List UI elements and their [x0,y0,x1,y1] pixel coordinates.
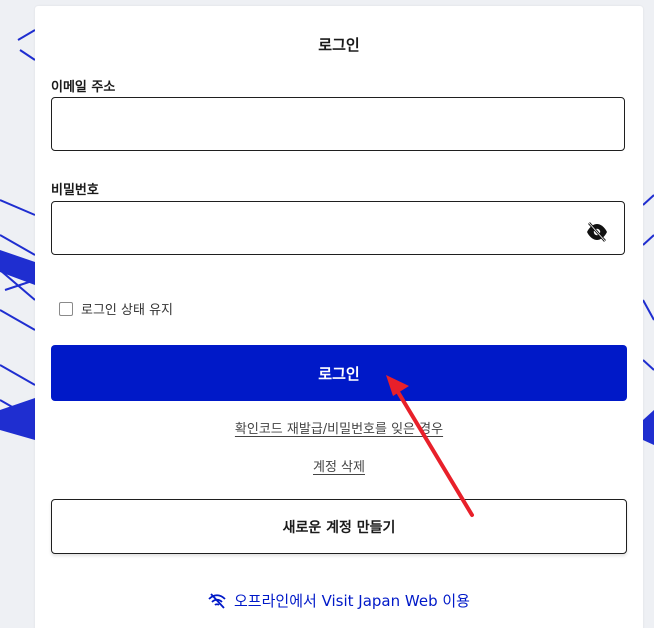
create-account-button[interactable]: 새로운 계정 만들기 [51,499,627,554]
remember-checkbox[interactable] [59,301,73,316]
login-card: 로그인 이메일 주소 비밀번호 로그인 상태 유지 로그인 확인코드 재발급/비… [35,6,643,628]
remember-me[interactable]: 로그인 상태 유지 [59,299,173,318]
delete-account-row: 계정 삭제 [35,456,643,475]
password-label: 비밀번호 [51,183,99,198]
eye-slash-icon [587,222,607,242]
email-label: 이메일 주소 [51,80,116,95]
forgot-password-link[interactable]: 확인코드 재발급/비밀번호를 잊은 경우 [235,422,443,437]
email-field[interactable] [51,97,625,151]
password-field[interactable] [51,201,625,255]
delete-account-link[interactable]: 계정 삭제 [313,460,365,475]
password-visibility-toggle[interactable] [583,218,611,246]
remember-label: 로그인 상태 유지 [81,303,173,318]
page-title: 로그인 [318,36,360,54]
wifi-off-icon [208,592,226,609]
offline-link[interactable]: 오프라인에서 Visit Japan Web 이용 [35,590,643,611]
page: 로그인 이메일 주소 비밀번호 로그인 상태 유지 로그인 확인코드 재발급/비… [0,0,654,628]
offline-link-label: 오프라인에서 Visit Japan Web 이용 [234,592,470,610]
login-button[interactable]: 로그인 [51,345,627,401]
forgot-password-row: 확인코드 재발급/비밀번호를 잊은 경우 [35,418,643,437]
